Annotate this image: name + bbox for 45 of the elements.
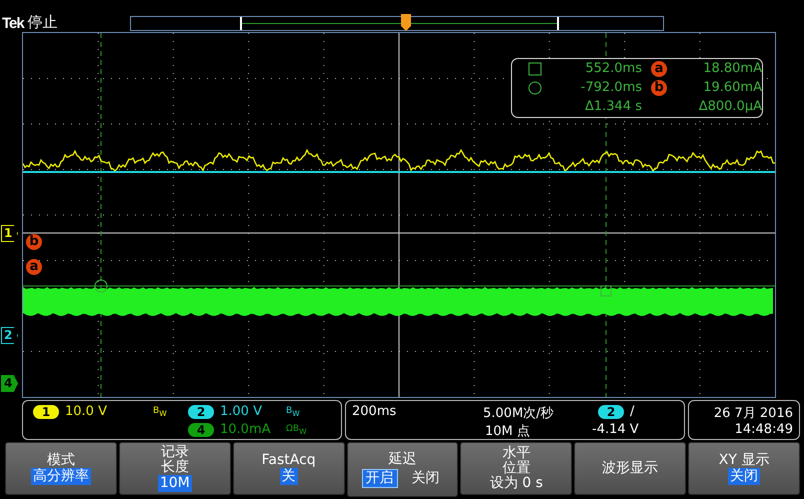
toggle-option[interactable]: 开启 <box>362 468 398 488</box>
cursor-time: 552.0ms <box>584 61 642 76</box>
channel-scale: 1.00 V <box>220 404 263 419</box>
menu-button[interactable]: FastAcq 关 <box>232 442 345 495</box>
channel-badge[interactable]: 4 <box>188 422 214 436</box>
channel-marker[interactable]: 2 <box>1 327 18 344</box>
cursor-marker: a <box>26 259 42 275</box>
menu-button[interactable]: 模式 高分辨率 <box>5 442 117 495</box>
toggle-option[interactable]: 关闭 <box>408 468 444 488</box>
channel-scale: 10.0mA <box>220 422 272 437</box>
cursor-marker: b <box>26 234 42 250</box>
channel-badge[interactable]: 2 <box>188 404 214 418</box>
channel-marker[interactable]: 4 <box>1 375 18 392</box>
cursor-time: -792.0ms <box>580 80 642 95</box>
time-text: 14:48:49 <box>734 422 793 437</box>
menu-button[interactable]: 记录 长度 10M <box>118 442 231 495</box>
cursor-value: 18.80mA <box>702 61 762 76</box>
menu-button[interactable]: 延迟 开启 关闭 <box>346 442 458 497</box>
menu-button[interactable]: 波形显示 <box>574 442 686 495</box>
trigger-slope: / <box>630 404 634 419</box>
time-scale: 200ms <box>352 404 396 419</box>
record-length: 10M 点 <box>485 423 530 440</box>
date-text: 26 7月 2016 <box>714 405 793 422</box>
bandwidth-limit: B$_{W}$ <box>286 406 300 418</box>
circle-icon <box>528 80 542 94</box>
cursor-marker: b <box>651 80 667 96</box>
trigger-source-badge[interactable]: 2 <box>598 404 624 418</box>
channel-marker[interactable]: 1 <box>1 225 18 242</box>
circle-icon <box>94 280 108 292</box>
square-icon <box>600 286 612 296</box>
brand-logo: Tek <box>2 15 24 32</box>
menu-button[interactable]: XY 显示 关闭 <box>688 442 800 495</box>
bandwidth-limit: B$_{W}$ <box>153 406 167 418</box>
menu-button[interactable]: 水平 位置 设为 0 s <box>460 442 572 495</box>
square-icon <box>528 62 542 76</box>
cursor-value: 19.60mA <box>702 80 762 95</box>
delta-value: Δ800.0µA <box>698 99 762 114</box>
channel-badge[interactable]: 1 <box>33 404 59 418</box>
delta-time: Δ1.344 s <box>584 99 642 114</box>
sample-rate: 5.00M次/秒 <box>483 405 554 422</box>
trigger-level: -4.14 V <box>592 422 639 437</box>
bandwidth-limit: ΩB$_{W}$ <box>286 424 306 436</box>
cursor-marker: a <box>651 60 667 76</box>
acquisition-status: 停止 <box>28 13 59 32</box>
channel-scale: 10.0 V <box>65 404 108 419</box>
